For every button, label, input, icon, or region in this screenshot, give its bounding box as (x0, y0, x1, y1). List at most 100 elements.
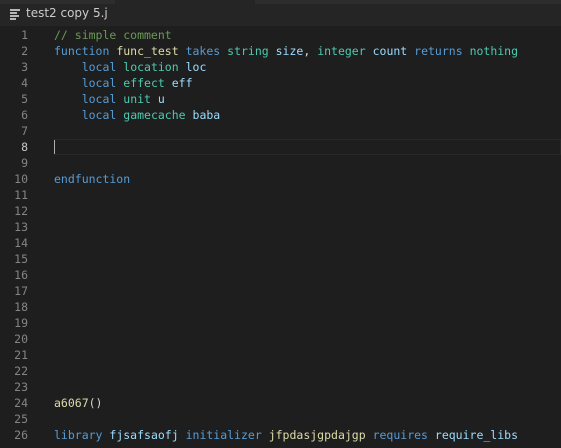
line-number: 5 (21, 92, 28, 106)
code-line[interactable] (54, 203, 561, 219)
code-token: initializer (185, 428, 262, 442)
tab-active-file[interactable]: test2 copy 5.j (0, 0, 561, 26)
code-line[interactable] (54, 155, 561, 171)
line-number: 4 (21, 76, 28, 90)
code-token: u (157, 92, 165, 106)
code-line[interactable] (54, 251, 561, 267)
line-number: 18 (14, 300, 28, 314)
code-token: gamecache (123, 108, 186, 122)
line-number: 10 (14, 172, 28, 186)
code-token: count (372, 44, 408, 58)
code-token: baba (192, 108, 221, 122)
code-line[interactable]: library fjsafsaofj initializer jfpdasjgp… (54, 427, 561, 443)
code-token: jfpdasjgpdajgp (268, 428, 366, 442)
code-token: () (88, 396, 103, 410)
code-token: returns (414, 44, 463, 58)
code-token: integer (317, 44, 366, 58)
code-line[interactable] (54, 139, 561, 155)
code-token: endfunction (54, 172, 131, 186)
code-line[interactable]: endfunction (54, 171, 561, 187)
line-number: 16 (14, 268, 28, 282)
code-token: a6067 (54, 396, 89, 410)
code-token: function (54, 44, 110, 58)
code-token: local (81, 92, 117, 106)
code-token: size (275, 44, 304, 58)
code-line[interactable] (54, 315, 561, 331)
code-token: local (81, 76, 117, 90)
code-line[interactable] (54, 379, 561, 395)
line-number: 22 (14, 364, 28, 378)
code-token: local (81, 108, 117, 122)
line-number: 2 (21, 44, 28, 58)
line-number: 6 (21, 108, 28, 122)
file-lines-icon (10, 8, 20, 20)
code-line[interactable] (54, 363, 561, 379)
code-token: fjsafsaofj (109, 428, 179, 442)
line-number: 7 (21, 124, 28, 138)
code-line[interactable] (54, 187, 561, 203)
code-line[interactable] (54, 219, 561, 235)
code-line[interactable]: a6067() (54, 395, 561, 411)
code-line[interactable] (54, 267, 561, 283)
tab-title: test2 copy 5.j (26, 6, 108, 20)
code-token: loc (185, 60, 207, 74)
code-line[interactable] (54, 283, 561, 299)
line-number: 1 (21, 28, 28, 42)
code-line[interactable] (54, 331, 561, 347)
code-token: , (303, 44, 318, 58)
code-token: require_libs (434, 428, 518, 442)
code-token: string (227, 44, 269, 58)
line-number: 12 (14, 204, 28, 218)
code-line[interactable] (54, 123, 561, 139)
code-token: nothing (469, 44, 519, 58)
code-line[interactable] (54, 411, 561, 427)
line-number: 26 (14, 428, 28, 442)
line-number: 13 (14, 220, 28, 234)
line-number: 11 (14, 188, 28, 202)
code-token: func_test (116, 44, 179, 58)
code-line[interactable]: local location loc (54, 59, 561, 75)
code-token: eff (171, 76, 193, 90)
line-number: 23 (14, 380, 28, 394)
code-editor[interactable]: test2 copy 5.j 1 2 3 4 5 6 7 8 9 10 11 12 13 14 15 16 17… (0, 0, 561, 448)
line-number: 19 (14, 316, 28, 330)
code-line[interactable]: function func_test takes string size, in… (54, 43, 561, 59)
code-token: // simple comment (54, 28, 172, 42)
code-line[interactable]: local effect eff (54, 75, 561, 91)
code-line[interactable]: local unit u (54, 91, 561, 107)
tab-bar: test2 copy 5.j (0, 0, 561, 26)
line-number: 21 (14, 348, 28, 362)
code-line[interactable]: // simple comment (54, 27, 561, 43)
line-number: 25 (14, 412, 28, 426)
code-token: requires (372, 428, 428, 442)
line-number: 24 (14, 396, 28, 410)
code-token: effect (123, 76, 165, 90)
code-token: local (81, 60, 117, 74)
code-token: location (123, 60, 179, 74)
code-line[interactable] (54, 299, 561, 315)
line-number: 8 (21, 140, 28, 154)
code-line[interactable] (54, 347, 561, 363)
code-line[interactable]: local gamecache baba (54, 107, 561, 123)
code-line[interactable] (54, 235, 561, 251)
line-number: 3 (21, 60, 28, 74)
code-token: takes (185, 44, 221, 58)
line-number: 9 (21, 156, 28, 170)
line-number: 17 (14, 284, 28, 298)
line-number: 14 (14, 236, 28, 250)
